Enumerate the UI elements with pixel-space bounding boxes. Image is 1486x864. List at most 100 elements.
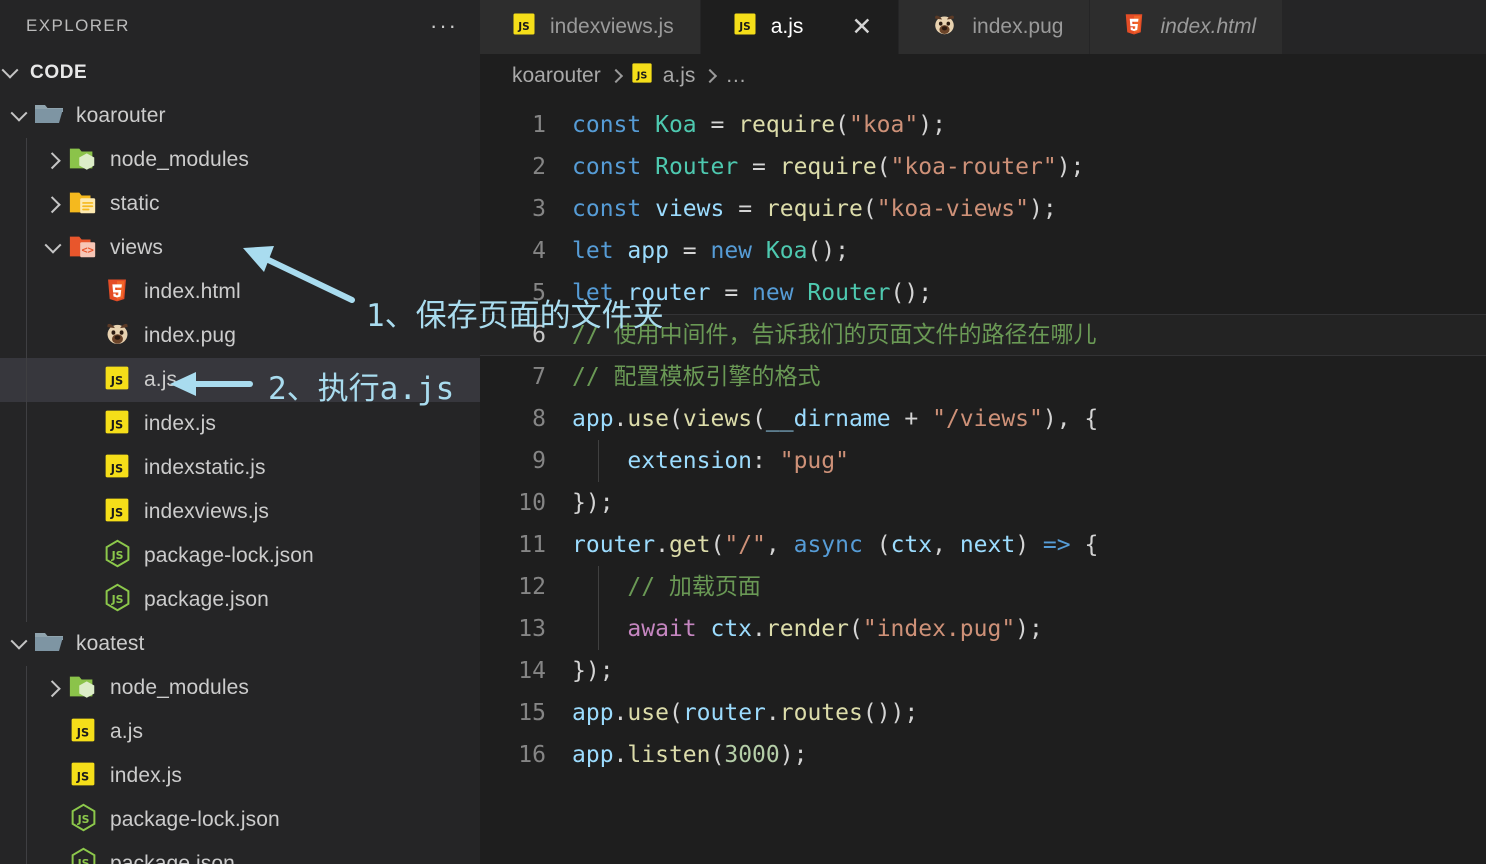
breadcrumb-label: a.js [662,64,696,87]
js-icon: JS [631,62,653,90]
chevron-right-icon[interactable] [40,196,66,214]
code-token: views [682,406,753,432]
tree-item-icon: JS [100,409,134,440]
tree-item-package-json[interactable]: JS package.json [0,578,480,622]
chevron-down-icon[interactable] [6,632,32,650]
line-content: app.use(router.routes()); [572,692,1486,734]
breadcrumb-item[interactable]: koarouter [512,64,601,88]
code-token: . [613,742,628,768]
line-number: 11 [518,532,546,558]
code-token: "koa" [848,112,919,138]
line-number: 6 [532,322,546,348]
tree-item-icon: JS [66,761,100,792]
code-token: views [655,196,725,222]
tree-item-koarouter[interactable]: koarouter [0,94,480,138]
code-token: ( [876,154,891,180]
tree-item-icon: JS [66,803,100,837]
code-line: 16 app.listen(3000); [480,734,1486,776]
code-token: await [627,616,711,642]
folder-node-icon [68,143,98,178]
code-editor[interactable]: 1 const Koa = require("koa"); 2 const Route… [480,98,1486,864]
code-token: ctx [890,532,933,558]
code-token: }); [572,490,614,516]
code-token: let [572,238,628,264]
pug-icon [931,11,958,44]
tree-item-icon [32,98,66,135]
svg-text:JS: JS [76,769,89,783]
line-content: const Koa = require("koa"); [572,104,1486,146]
svg-text:JS: JS [110,505,123,519]
line-number: 10 [518,490,546,516]
code-line: 3 const views = require("koa-views"); [480,188,1486,230]
code-token: // 配置模板引擎的格式 [572,364,821,390]
folder-node-icon [68,671,98,706]
tree-item-icon [66,671,100,706]
chevron-down-icon[interactable] [6,104,32,122]
tree-item-views[interactable]: <> views [0,226,480,270]
tree-item-indexviews-js[interactable]: JS indexviews.js [0,490,480,534]
tree-item-a-js[interactable]: JS a.js [0,710,480,754]
code-token: . [613,700,628,726]
explorer-title: EXPLORER [26,16,130,35]
code-token: routes [779,700,863,726]
workspace-section-code[interactable]: CODE [0,52,480,94]
tab-label: index.html [1160,15,1257,38]
line-content: router.get("/", async (ctx, next) => { [572,524,1486,566]
code-token: , [765,532,794,558]
line-number: 1 [532,112,546,138]
tree-item-index-pug[interactable]: index.pug [0,314,480,358]
code-token: = [668,238,711,264]
tree-item-indexstatic-js[interactable]: JS indexstatic.js [0,446,480,490]
code-token: "koa-views" [876,196,1030,222]
tree-item-icon: JS [66,847,100,864]
tree-item-package-json[interactable]: JS package.json [0,842,480,864]
tree-item-node-modules[interactable]: node_modules [0,138,480,182]
tab-a-js[interactable]: JS a.js ✕ [700,0,900,54]
svg-text:JS: JS [76,813,89,826]
tree-item-icon: <> [66,231,100,266]
code-token: = [738,154,780,180]
chevron-right-icon[interactable] [40,152,66,170]
tree-item-static[interactable]: static [0,182,480,226]
svg-text:JS: JS [76,857,89,864]
tree-item-index-js[interactable]: JS index.js [0,754,480,798]
code-token: => [1042,532,1071,558]
chevron-right-icon[interactable] [40,680,66,698]
tree-item-koatest[interactable]: koatest [0,622,480,666]
code-token: ); [1056,154,1085,180]
breadcrumb-item[interactable]: … [725,64,746,88]
svg-text:JS: JS [110,549,123,562]
tree-item-label: a.js [144,368,178,391]
line-number: 4 [532,238,546,264]
more-actions-icon[interactable]: ··· [430,15,458,37]
tree-item-a-js[interactable]: JS a.js [0,358,480,402]
tree-item-package-lock-json[interactable]: JS package-lock.json [0,798,480,842]
tree-item-node-modules[interactable]: node_modules [0,666,480,710]
folder-static-icon [68,187,98,222]
indent-guide [26,138,27,622]
line-content: // 使用中间件，告诉我们的页面文件的路径在哪儿 [572,314,1486,356]
line-content: const views = require("koa-views"); [572,188,1486,230]
code-token: "koa-router" [890,154,1057,180]
svg-text:JS: JS [517,21,529,33]
tab-index-html[interactable]: index.html [1090,0,1284,54]
close-icon[interactable]: ✕ [851,14,872,40]
line-content: app.use(views(__dirname + "/views"), { [572,398,1486,440]
breadcrumb-item[interactable]: JS a.js [631,62,696,90]
code-token: let [572,280,628,306]
tree-item-index-js[interactable]: JS index.js [0,402,480,446]
tab-index-pug[interactable]: index.pug [899,0,1091,54]
code-token: require [765,196,863,222]
chevron-down-icon[interactable] [40,236,66,254]
code-token: router [572,532,656,558]
tree-item-icon: JS [100,539,134,573]
code-token: new [752,280,808,306]
tab-indexviews-js[interactable]: JS indexviews.js [480,0,701,54]
code-token: + [890,406,933,432]
svg-text:JS: JS [110,461,123,475]
line-content: }); [572,482,1486,524]
tree-item-package-lock-json[interactable]: JS package-lock.json [0,534,480,578]
code-token: ), { [1042,406,1099,432]
tree-item-index-html[interactable]: index.html [0,270,480,314]
